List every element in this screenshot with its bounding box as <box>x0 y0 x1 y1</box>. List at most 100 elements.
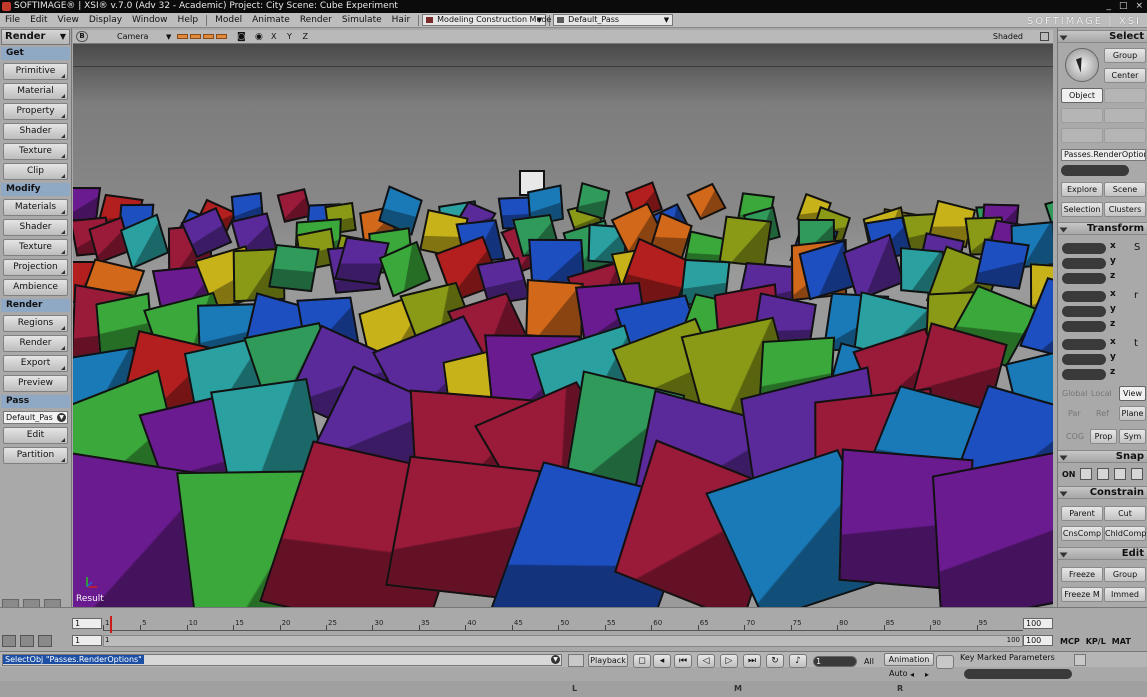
auto-key-toggle[interactable]: Auto <box>889 669 908 678</box>
chevron-down-icon[interactable]: ▼ <box>166 30 171 44</box>
plane-toggle[interactable]: Plane <box>1119 406 1146 421</box>
script-editor-icon[interactable] <box>568 654 584 667</box>
local-toggle[interactable]: Local <box>1091 389 1112 398</box>
selection-slider[interactable] <box>1061 165 1129 176</box>
scale-icon[interactable]: S <box>1134 242 1140 253</box>
selection-field[interactable]: Passes.RenderOptions <box>1061 149 1146 161</box>
animation-menu-button[interactable]: Animation <box>884 653 934 666</box>
snap-surface-icon[interactable] <box>1114 468 1126 480</box>
eye-icon[interactable]: ◉ <box>255 30 263 44</box>
par-toggle[interactable]: Par <box>1068 409 1081 418</box>
material-button[interactable]: Material <box>3 83 68 100</box>
cut-button[interactable]: Cut <box>1104 506 1146 521</box>
timeline-global-start-field[interactable]: 1 <box>72 635 102 646</box>
tab-kpl[interactable]: KP/L <box>1086 637 1106 646</box>
prev-auto-arrow-icon[interactable]: ◂ <box>910 670 914 679</box>
menu-model[interactable]: Model <box>210 13 247 28</box>
pan-icon[interactable] <box>190 34 201 39</box>
snap-section-title[interactable]: Snap <box>1058 450 1147 463</box>
menu-file[interactable]: File <box>0 13 25 28</box>
restore-icon[interactable]: □ <box>1119 0 1128 13</box>
translate-z-field[interactable] <box>1062 369 1106 380</box>
zoom-icon[interactable] <box>216 34 227 39</box>
timeline-start-field[interactable]: 1 <box>72 618 102 629</box>
construction-mode-select[interactable]: Modeling Construction Mode ▼ <box>422 14 551 26</box>
menu-edit[interactable]: Edit <box>25 13 52 28</box>
explore-button[interactable]: Explore <box>1061 182 1103 197</box>
primitive-button[interactable]: Primitive <box>3 63 68 80</box>
group-select-button[interactable]: Group <box>1104 48 1146 63</box>
translate-icon[interactable]: t <box>1134 338 1138 349</box>
select-option-button[interactable] <box>1061 108 1103 123</box>
key-icon[interactable] <box>936 655 954 669</box>
select-option-button[interactable] <box>1104 128 1146 143</box>
transform-section-title[interactable]: Transform <box>1058 222 1147 235</box>
export-button[interactable]: Export <box>3 355 68 372</box>
materials-button[interactable]: Materials <box>3 199 68 216</box>
gear-icon[interactable] <box>38 635 52 647</box>
brush-icon[interactable] <box>20 635 34 647</box>
scale-z-field[interactable] <box>1062 273 1106 284</box>
snap-curves-icon[interactable] <box>1097 468 1109 480</box>
select-section-title[interactable]: Select <box>1058 30 1147 43</box>
snap-points-icon[interactable] <box>1080 468 1092 480</box>
ref-toggle[interactable]: Ref <box>1096 409 1109 418</box>
partition-button[interactable]: Partition <box>3 447 68 464</box>
select-option-button[interactable] <box>1104 88 1146 103</box>
toolbar-mode-select[interactable]: Render ▼ <box>1 29 70 45</box>
edit-section-title[interactable]: Edit <box>1058 547 1147 560</box>
timeline-playhead[interactable] <box>110 616 112 633</box>
edit-group-button[interactable]: Group <box>1104 567 1146 582</box>
menu-animate[interactable]: Animate <box>247 13 295 28</box>
pass-dropdown[interactable]: Default_Pas ▼ <box>3 411 68 424</box>
render-button[interactable]: Render <box>3 335 68 352</box>
audio-icon[interactable]: ♪ <box>789 654 807 668</box>
parent-button[interactable]: Parent <box>1061 506 1103 521</box>
timeline-range-slider[interactable]: 1 100 <box>103 635 1023 647</box>
chldcomp-button[interactable]: ChldComp <box>1104 526 1146 541</box>
loop-icon[interactable]: ◻ <box>633 654 651 668</box>
rotate-y-field[interactable] <box>1062 306 1106 317</box>
all-toggle[interactable]: All <box>864 657 874 666</box>
shading-mode-menu[interactable]: Shaded <box>993 30 1023 44</box>
object-select-button[interactable]: Object <box>1061 88 1103 103</box>
modify-texture-button[interactable]: Texture <box>3 239 68 256</box>
prev-key-icon[interactable]: ◁ <box>697 654 715 668</box>
command-line-field[interactable]: SelectObj "Passes.RenderOptions" ▼ <box>2 654 562 666</box>
center-select-button[interactable]: Center <box>1104 68 1146 83</box>
selection-button[interactable]: Selection <box>1061 202 1103 217</box>
key-slider[interactable] <box>964 669 1072 679</box>
select-option-button[interactable] <box>1061 128 1103 143</box>
snap-on-toggle[interactable]: ON <box>1062 470 1076 479</box>
loop-playback-icon[interactable]: ↻ <box>766 654 784 668</box>
freeze-button[interactable]: Freeze <box>1061 567 1103 582</box>
menu-view[interactable]: View <box>53 13 84 28</box>
freeze-m-button[interactable]: Freeze M <box>1061 587 1103 602</box>
current-frame-field[interactable]: 1 <box>813 656 857 667</box>
camera-icon[interactable]: ◙ <box>237 30 246 44</box>
first-frame-icon[interactable]: ⏮ <box>674 654 692 668</box>
menu-render[interactable]: Render <box>295 13 337 28</box>
global-toggle[interactable]: Global <box>1062 389 1088 398</box>
playback-menu-button[interactable]: Playback <box>588 654 628 667</box>
immed-button[interactable]: Immed <box>1104 587 1146 602</box>
snap-grid-icon[interactable] <box>1131 468 1143 480</box>
pass-select[interactable]: Default_Pass ▼ <box>553 14 674 26</box>
last-frame-icon[interactable]: ⏭ <box>743 654 761 668</box>
camera-menu[interactable]: Camera <box>117 30 148 44</box>
rotate-x-field[interactable] <box>1062 291 1106 302</box>
menu-hair[interactable]: Hair <box>387 13 415 28</box>
cnscomp-button[interactable]: CnsComp <box>1061 526 1103 541</box>
timeline-end-field[interactable]: 100 <box>1023 618 1053 629</box>
rotate-icon[interactable]: r <box>1134 290 1138 301</box>
key-marked-parameters-label[interactable]: Key Marked Parameters <box>960 653 1055 662</box>
property-button[interactable]: Property <box>3 103 68 120</box>
scale-y-field[interactable] <box>1062 258 1106 269</box>
translate-y-field[interactable] <box>1062 354 1106 365</box>
shader-button[interactable]: Shader <box>3 123 68 140</box>
cog-toggle[interactable]: COG <box>1066 432 1084 441</box>
clusters-button[interactable]: Clusters <box>1104 202 1146 217</box>
regions-button[interactable]: Regions <box>3 315 68 332</box>
ambience-button[interactable]: Ambience <box>3 279 68 296</box>
projection-button[interactable]: Projection <box>3 259 68 276</box>
